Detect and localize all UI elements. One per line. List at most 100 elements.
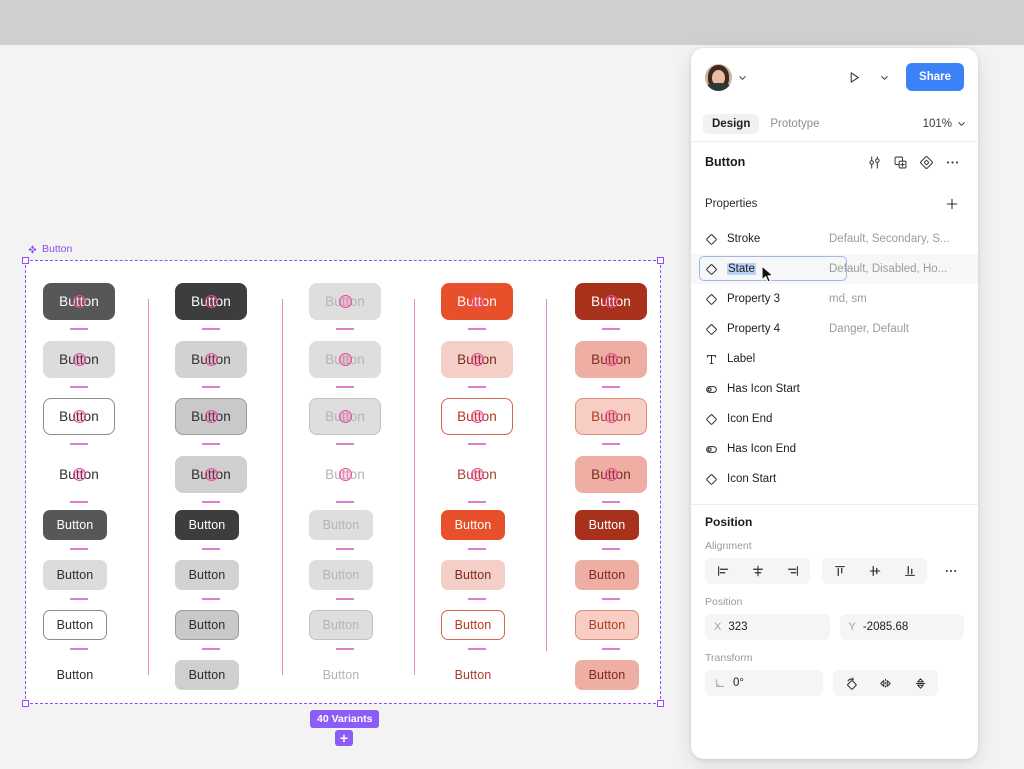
variant-button-label: Button — [589, 518, 626, 532]
variant-button[interactable]: Button — [309, 560, 373, 590]
variant-button[interactable]: Button — [441, 283, 513, 320]
variant-button[interactable]: Button — [309, 610, 373, 640]
frame-handle-bottom-right[interactable] — [657, 700, 664, 707]
variant-button[interactable]: Button — [575, 456, 647, 493]
more-options-button[interactable] — [940, 150, 964, 174]
variant-button[interactable]: Button — [441, 560, 505, 590]
variant-diamond-icon — [705, 473, 718, 486]
rotation-field[interactable]: 0° — [705, 670, 823, 696]
variant-button[interactable]: Button — [43, 560, 107, 590]
variant-button[interactable]: Button — [441, 660, 505, 690]
variant-button[interactable]: Button — [43, 341, 115, 378]
align-right-button[interactable] — [775, 558, 810, 584]
variants-frame[interactable]: Button Button Button Button Button Button Butt… — [25, 260, 661, 704]
variant-button[interactable]: Button — [309, 510, 373, 540]
property-row-label[interactable]: Label — [691, 344, 978, 374]
variant-row-divider — [336, 328, 354, 330]
zoom-control[interactable]: 101% — [923, 118, 966, 130]
frame-handle-top-right[interactable] — [657, 257, 664, 264]
variant-button-label: Button — [57, 618, 94, 632]
variant-button[interactable]: Button — [175, 283, 247, 320]
property-row-stroke[interactable]: StrokeDefault, Secondary, S... — [691, 224, 978, 254]
tune-button[interactable] — [862, 150, 886, 174]
variant-button[interactable]: Button — [575, 610, 639, 640]
component-frame-label[interactable]: Button — [28, 243, 72, 255]
variant-button[interactable]: Button — [441, 610, 505, 640]
variant-button[interactable]: Button — [575, 660, 639, 690]
align-left-button[interactable] — [705, 558, 740, 584]
variant-button[interactable]: Button — [309, 456, 381, 493]
variant-button[interactable]: Button — [175, 456, 247, 493]
position-x-key: X — [714, 621, 721, 633]
property-row-state[interactable]: StateDefault, Disabled, Ho... — [691, 254, 978, 284]
variant-button[interactable]: Button — [441, 398, 513, 435]
avatar[interactable] — [705, 64, 732, 91]
design-panel[interactable]: Share Design Prototype 101% Button — [691, 48, 978, 759]
variant-button-label: Button — [59, 352, 99, 367]
variant-button[interactable]: Button — [175, 398, 247, 435]
add-variant-button[interactable]: + — [335, 730, 353, 746]
add-property-button[interactable] — [940, 192, 964, 216]
rotate-button[interactable] — [833, 670, 868, 696]
variant-button[interactable]: Button — [175, 610, 239, 640]
property-row-property-3[interactable]: Property 3md, sm — [691, 284, 978, 314]
position-x-field[interactable]: X 323 — [705, 614, 830, 640]
angle-icon — [714, 677, 726, 689]
variant-button[interactable]: Button — [309, 660, 373, 690]
alignment-more-button[interactable] — [939, 558, 963, 584]
variant-button[interactable]: Button — [575, 560, 639, 590]
variant-button[interactable]: Button — [43, 510, 107, 540]
variant-button[interactable]: Button — [575, 398, 647, 435]
variant-button[interactable]: Button — [43, 610, 107, 640]
variant-button[interactable]: Button — [175, 341, 247, 378]
present-button[interactable] — [842, 65, 866, 89]
create-component-icon — [893, 155, 908, 170]
property-row-property-4[interactable]: Property 4Danger, Default — [691, 314, 978, 344]
variant-button[interactable]: Button — [43, 660, 107, 690]
variant-button[interactable]: Button — [43, 398, 115, 435]
tab-prototype[interactable]: Prototype — [761, 114, 828, 134]
share-button[interactable]: Share — [906, 63, 964, 91]
variant-row-divider — [202, 443, 220, 445]
variant-button[interactable]: Button — [309, 283, 381, 320]
property-row-has-icon-end[interactable]: Has Icon End — [691, 434, 978, 464]
account-chevron-down-icon[interactable] — [738, 73, 747, 82]
variant-button[interactable]: Button — [175, 510, 239, 540]
property-row-icon-start[interactable]: Icon Start — [691, 464, 978, 494]
variant-button[interactable]: Button — [309, 341, 381, 378]
align-horizontal-center-button[interactable] — [740, 558, 775, 584]
variant-button[interactable]: Button — [175, 560, 239, 590]
property-row-icon-end[interactable]: Icon End — [691, 404, 978, 434]
variant-button[interactable]: Button — [43, 283, 115, 320]
tab-design[interactable]: Design — [703, 114, 759, 134]
variant-button[interactable]: Button — [43, 456, 115, 493]
variant-button-label: Button — [325, 352, 365, 367]
variant-button[interactable]: Button — [309, 398, 381, 435]
flip-vertical-button[interactable] — [903, 670, 938, 696]
column-divider — [148, 299, 149, 675]
variant-button-label: Button — [57, 518, 94, 532]
present-options-button[interactable] — [872, 65, 896, 89]
variant-button[interactable]: Button — [441, 456, 513, 493]
variant-button[interactable]: Button — [575, 283, 647, 320]
alignment-label: Alignment — [705, 540, 964, 552]
frame-handle-top-left[interactable] — [22, 257, 29, 264]
variant-button[interactable]: Button — [175, 660, 239, 690]
variant-button[interactable]: Button — [575, 341, 647, 378]
text-layer-badge-icon — [205, 410, 218, 423]
create-component-button[interactable] — [888, 150, 912, 174]
variants-count-badge[interactable]: 40 Variants — [310, 710, 379, 728]
position-y-field[interactable]: Y -2085.68 — [840, 614, 965, 640]
flip-horizontal-button[interactable] — [868, 670, 903, 696]
variant-button[interactable] — [914, 150, 938, 174]
align-vertical-center-button[interactable] — [857, 558, 892, 584]
variant-button[interactable]: Button — [441, 510, 505, 540]
variant-button-label: Button — [323, 518, 360, 532]
frame-handle-bottom-left[interactable] — [22, 700, 29, 707]
variant-button-label: Button — [191, 467, 231, 482]
property-row-has-icon-start[interactable]: Has Icon Start — [691, 374, 978, 404]
align-bottom-button[interactable] — [892, 558, 927, 584]
variant-button[interactable]: Button — [441, 341, 513, 378]
align-top-button[interactable] — [822, 558, 857, 584]
variant-button[interactable]: Button — [575, 510, 639, 540]
